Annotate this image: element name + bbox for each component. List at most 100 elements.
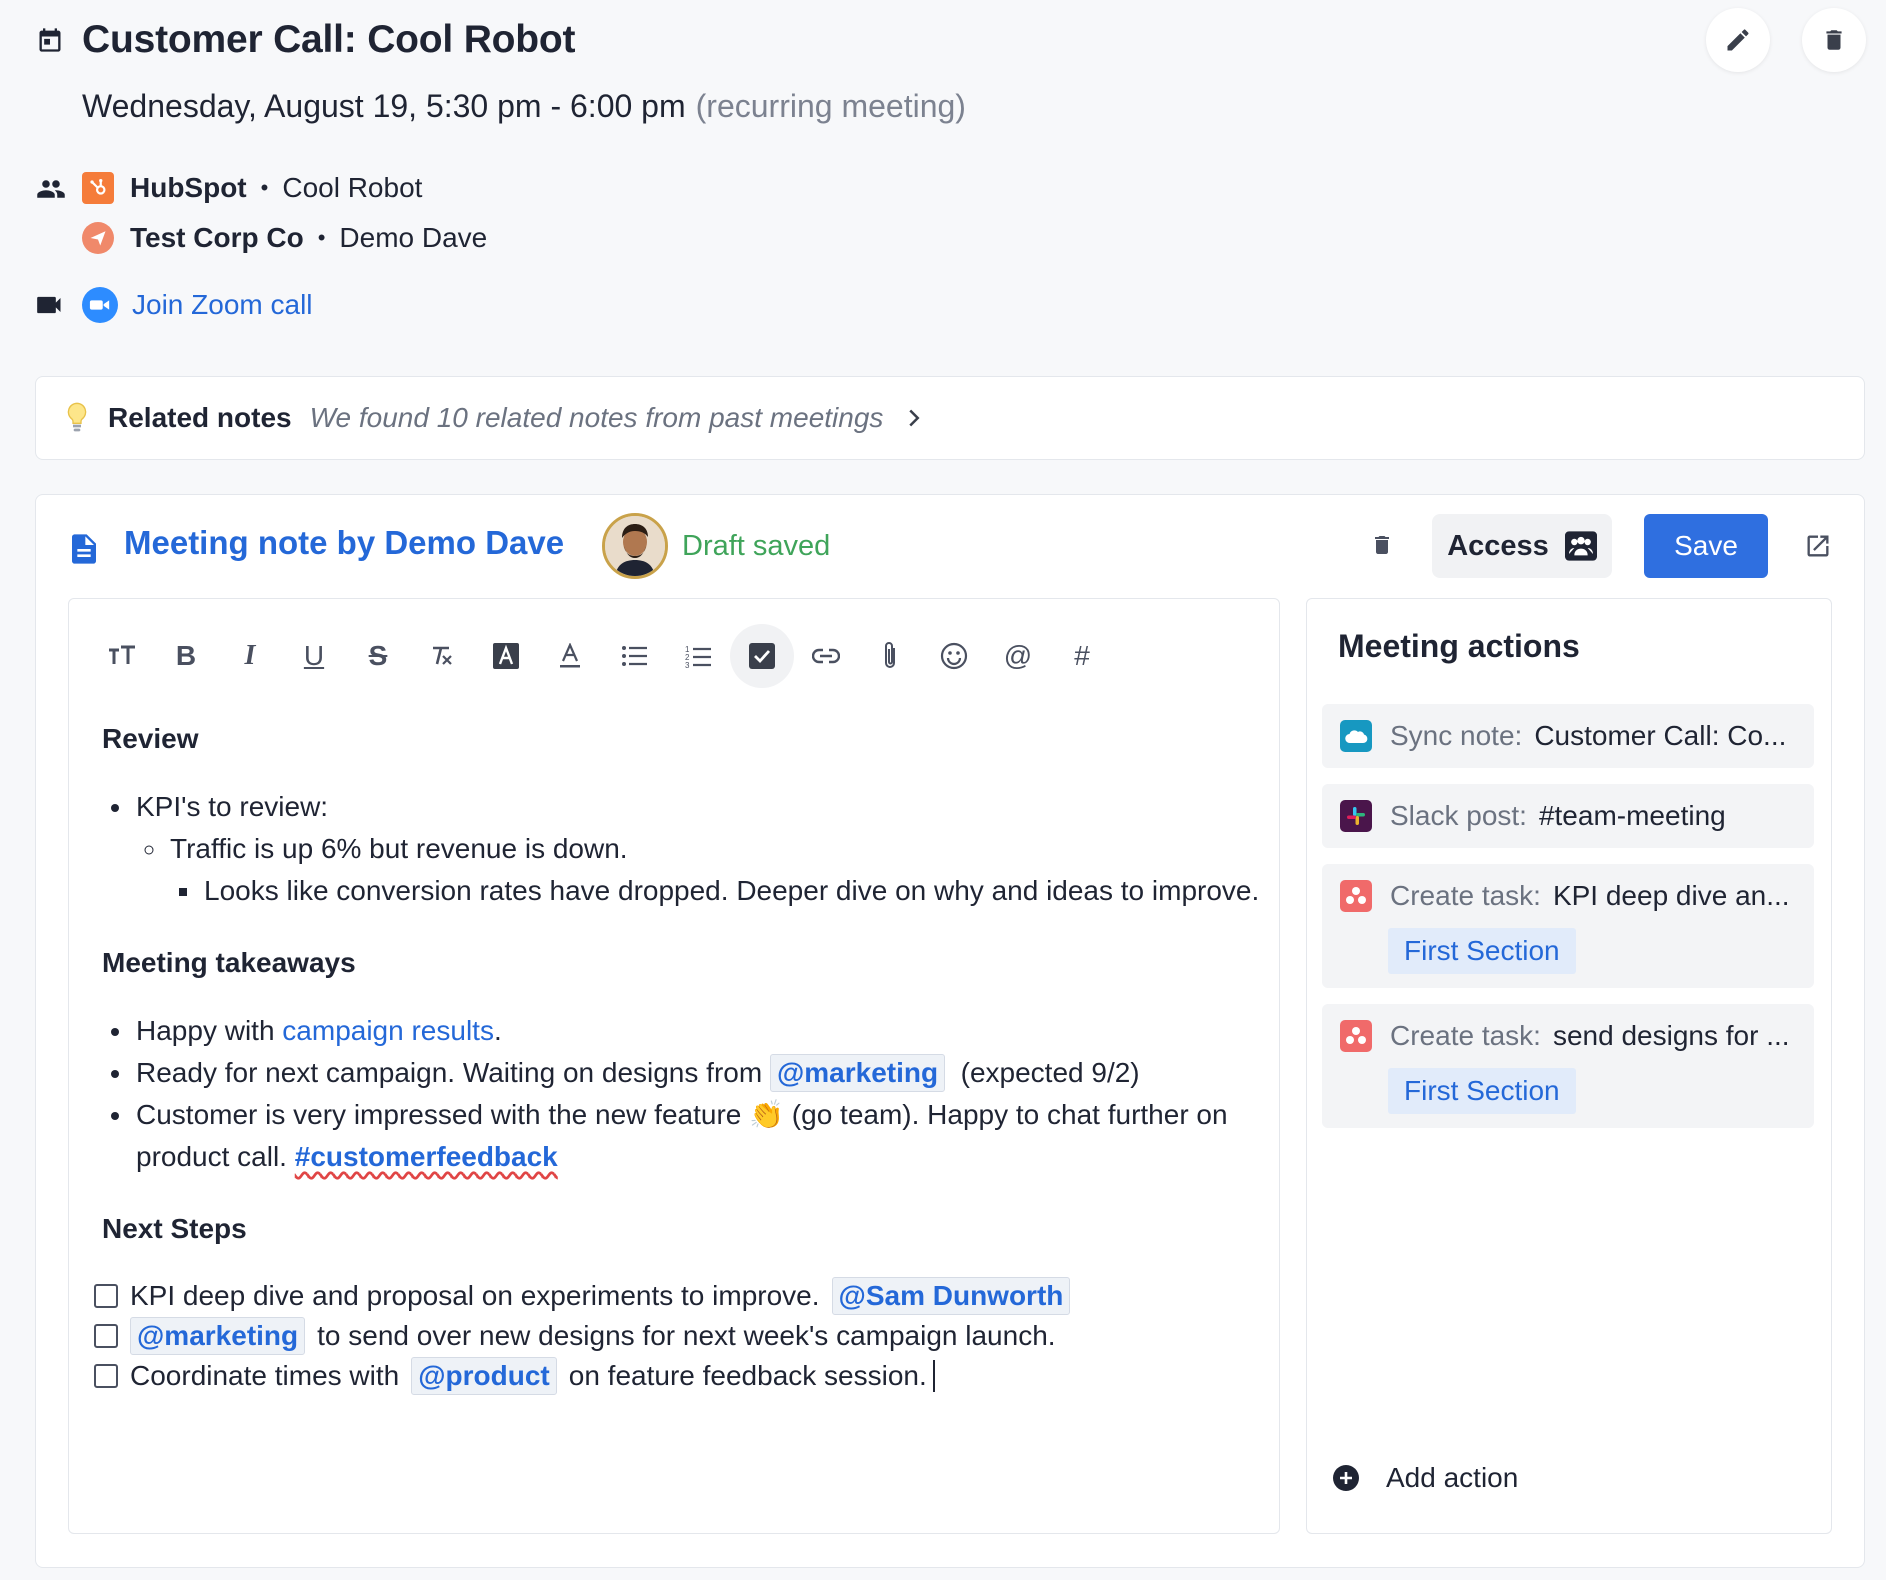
access-button[interactable]: Access [1432, 514, 1612, 578]
note-title: Meeting note by Demo Dave [124, 524, 565, 561]
attachment-icon[interactable] [858, 624, 922, 688]
mention-tag[interactable]: @product [411, 1357, 557, 1395]
action-value: send designs for ... [1552, 1020, 1790, 1051]
save-button[interactable]: Save [1644, 514, 1768, 578]
trash-icon [1821, 26, 1847, 54]
mention-icon[interactable]: @ [986, 624, 1050, 688]
related-notes-bar[interactable]: Related notes We found 10 related notes … [35, 376, 1865, 460]
participant-org: HubSpot [130, 172, 247, 203]
takeaways-section: Meeting takeaways Happy with campaign re… [102, 942, 1262, 1178]
hashtag-icon[interactable]: # [1050, 624, 1114, 688]
checklist-icon[interactable] [730, 624, 794, 688]
external-link-icon [1804, 532, 1832, 560]
bullet-list-icon[interactable] [602, 624, 666, 688]
document-icon [72, 534, 96, 564]
open-external-button[interactable] [1804, 532, 1832, 560]
asana-icon [1340, 880, 1372, 912]
hashtag-link[interactable]: #customerfeedback [295, 1141, 558, 1172]
meeting-title: Customer Call: Cool Robot [82, 18, 576, 61]
italic-icon[interactable]: I [218, 624, 282, 688]
text-size-icon[interactable] [90, 624, 154, 688]
underline-icon[interactable]: U [282, 624, 346, 688]
action-slack-post[interactable]: Slack post: #team-meeting [1322, 784, 1814, 848]
meeting-time: Wednesday, August 19, 5:30 pm - 6:00 pm [82, 88, 686, 124]
participant-org: Test Corp Co [130, 222, 304, 253]
action-create-task[interactable]: Create task: send designs for ... First … [1322, 1004, 1814, 1128]
note-content[interactable]: Review KPI's to review: Traffic is up 6%… [94, 718, 1262, 1396]
list-item: Ready for next campaign. Waiting on desi… [134, 1052, 1262, 1094]
todo-item: KPI deep dive and proposal on experiment… [94, 1276, 1262, 1316]
campaign-results-link[interactable]: campaign results [282, 1015, 494, 1046]
list-item-text: Looks like conversion rates have dropped… [204, 875, 1260, 906]
testcorp-logo-icon [82, 222, 114, 254]
mention-tag[interactable]: @Sam Dunworth [831, 1277, 1071, 1315]
action-create-task[interactable]: Create task: KPI deep dive an... First S… [1322, 864, 1814, 988]
calendar-icon [36, 26, 64, 54]
list-item: Customer is very impressed with the new … [134, 1094, 1262, 1178]
participant-person: Cool Robot [282, 172, 423, 203]
todo-text: Coordinate times with [130, 1360, 400, 1391]
delete-meeting-button[interactable] [1802, 8, 1866, 72]
list-item: Traffic is up 6% but revenue is down. Lo… [168, 828, 1262, 912]
separator-dot: • [317, 225, 326, 250]
text-cursor [932, 1360, 935, 1392]
todo-checkbox[interactable] [94, 1324, 118, 1348]
delete-note-button[interactable] [1370, 530, 1394, 560]
todo-text: KPI deep dive and proposal on experiment… [130, 1280, 820, 1311]
list-item-text: Traffic is up 6% but revenue is down. [170, 833, 628, 864]
section-heading: Next Steps [102, 1213, 247, 1244]
trash-icon [1370, 530, 1394, 560]
list-item: Happy with campaign results. [134, 1010, 1262, 1052]
participant-person: Demo Dave [339, 222, 488, 253]
list-item: Looks like conversion rates have dropped… [202, 870, 1262, 912]
edit-button[interactable] [1706, 8, 1770, 72]
todo-item: Coordinate times with @product on featur… [94, 1356, 1262, 1396]
add-action-button[interactable]: Add action [1332, 1462, 1518, 1494]
todo-checkbox[interactable] [94, 1284, 118, 1308]
mention-tag[interactable]: @marketing [130, 1317, 306, 1355]
action-kind: Sync note: [1390, 720, 1523, 751]
pencil-icon [1724, 26, 1752, 54]
todo-item: @marketing to send over new designs for … [94, 1316, 1262, 1356]
action-value: KPI deep dive an... [1552, 880, 1790, 911]
meeting-actions-title: Meeting actions [1338, 628, 1580, 664]
lightbulb-icon [66, 402, 88, 434]
mention-tag[interactable]: @marketing [769, 1054, 946, 1092]
bold-icon[interactable]: B [154, 624, 218, 688]
list-item-text: Happy with [136, 1015, 275, 1046]
link-icon[interactable] [794, 624, 858, 688]
list-item-text: . [493, 1015, 502, 1046]
highlight-icon[interactable] [474, 624, 538, 688]
asana-icon [1340, 1020, 1372, 1052]
todo-checkbox[interactable] [94, 1364, 118, 1388]
emoji-icon[interactable] [922, 624, 986, 688]
salesforce-icon [1340, 720, 1372, 752]
join-zoom-link[interactable]: Join Zoom call [82, 284, 313, 326]
strikethrough-icon[interactable]: S [346, 624, 410, 688]
recurring-label: (recurring meeting) [695, 88, 966, 124]
draft-status: Draft saved [682, 530, 831, 562]
review-section: Review KPI's to review: Traffic is up 6%… [102, 718, 1262, 912]
next-steps-section: Next Steps KPI deep dive and proposal on… [94, 1208, 1262, 1396]
action-kind: Create task: [1390, 880, 1541, 911]
participant-hubspot: HubSpot • Cool Robot [82, 168, 422, 208]
list-item-text: Customer is very impressed with the new … [136, 1099, 742, 1130]
video-camera-icon [36, 295, 64, 315]
section-chip[interactable]: First Section [1388, 928, 1576, 974]
clear-format-icon[interactable] [410, 624, 474, 688]
todo-text: on feature feedback session. [568, 1360, 927, 1391]
plus-circle-icon [1332, 1464, 1360, 1492]
svg-text:3: 3 [685, 661, 690, 668]
section-chip[interactable]: First Section [1388, 1068, 1576, 1114]
action-sync-note[interactable]: Sync note: Customer Call: Co... [1322, 704, 1814, 768]
list-item-text: Ready for next campaign. Waiting on desi… [136, 1057, 763, 1088]
numbered-list-icon[interactable]: 123 [666, 624, 730, 688]
participant-testcorp: Test Corp Co • Demo Dave [82, 218, 487, 258]
join-zoom-label: Join Zoom call [132, 289, 313, 320]
list-item-text: (expected 9/2) [960, 1057, 1140, 1088]
action-value: Customer Call: Co... [1534, 720, 1787, 751]
slack-icon [1340, 800, 1372, 832]
zoom-logo-icon [82, 287, 118, 323]
todo-text: to send over new designs for next week's… [317, 1320, 1056, 1351]
font-color-icon[interactable] [538, 624, 602, 688]
